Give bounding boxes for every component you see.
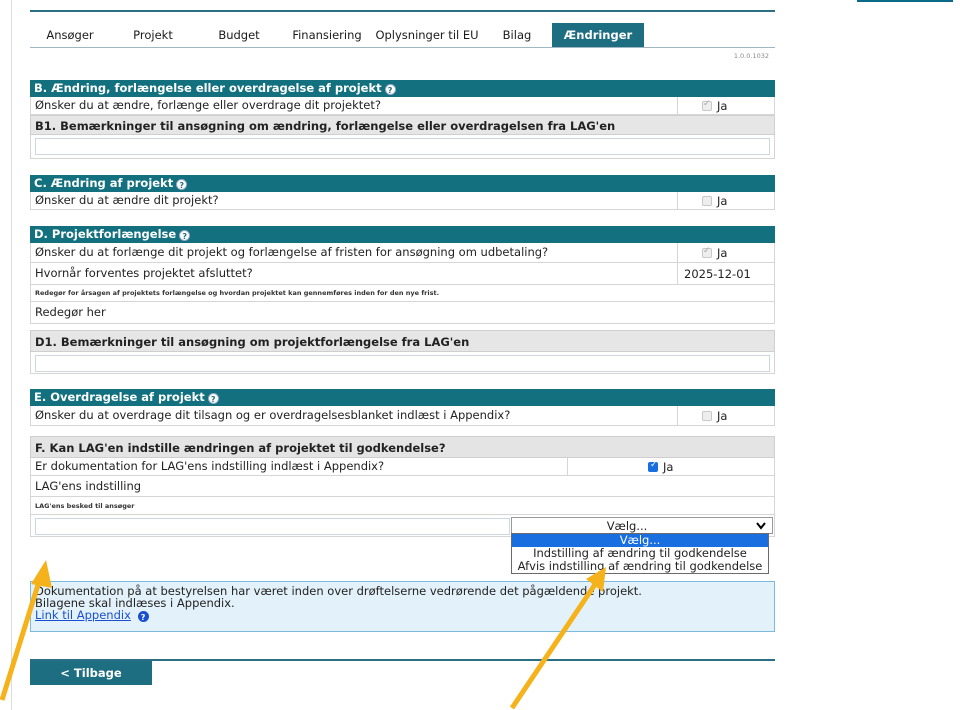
- arrow-left-icon: [0, 560, 52, 701]
- arrow-right-icon: [509, 567, 606, 710]
- annotation-arrows: [0, 560, 606, 710]
